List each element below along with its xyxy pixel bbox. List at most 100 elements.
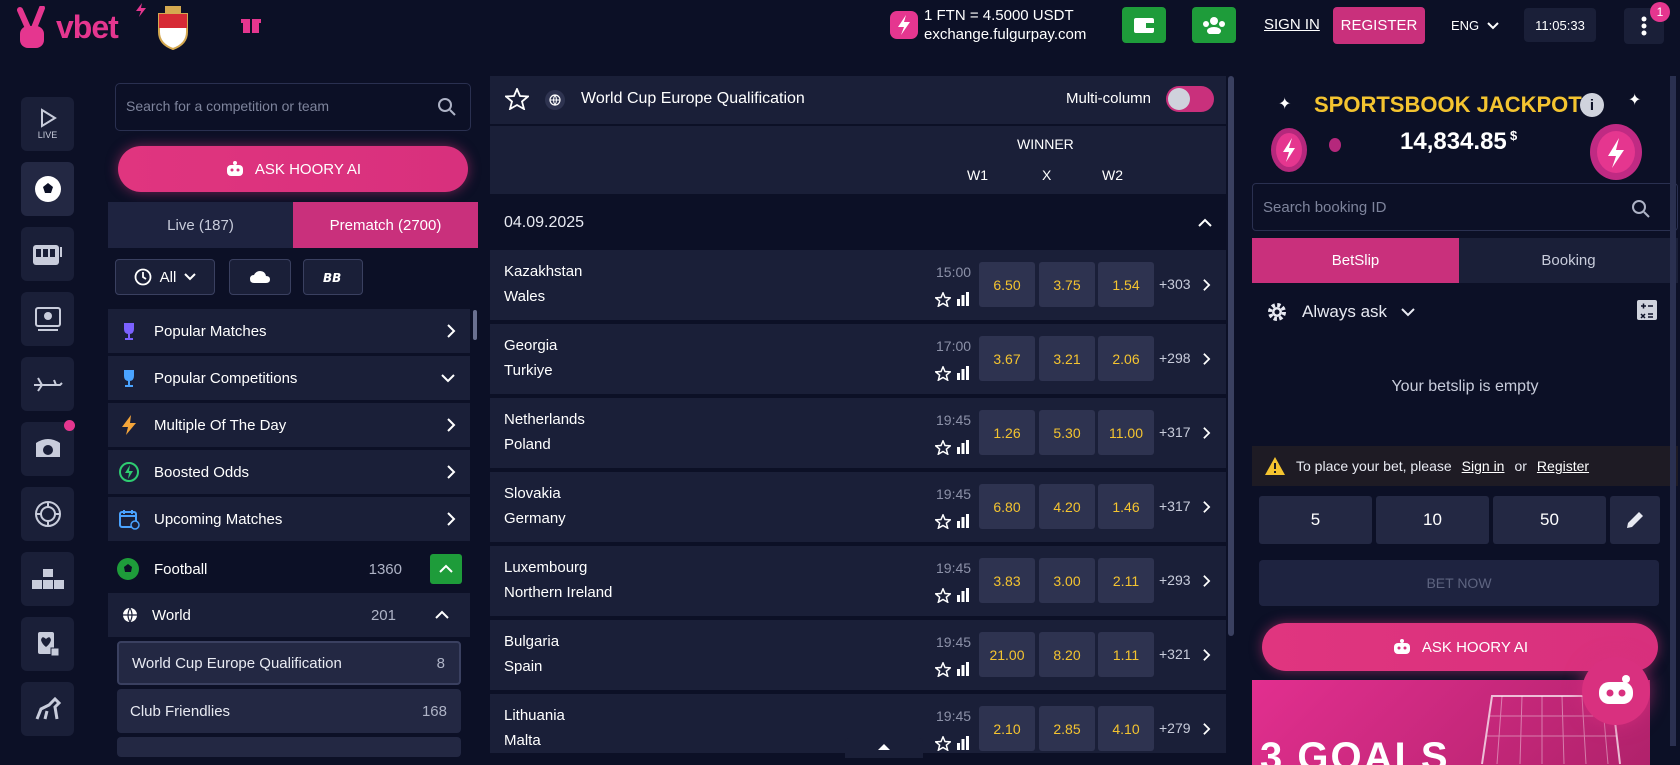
odd-x-button[interactable]: 2.85	[1039, 706, 1095, 751]
odd-w1-button[interactable]: 2.10	[979, 706, 1035, 751]
nav-boosted-odds[interactable]: Boosted Odds	[108, 450, 470, 494]
tab-booking[interactable]: Booking	[1459, 238, 1678, 283]
search-icon[interactable]	[1631, 199, 1651, 219]
favorite-star-icon[interactable]	[935, 736, 951, 751]
competition-world-cup-europe-qualification[interactable]: World Cup Europe Qualification 8	[117, 641, 461, 685]
victory-hand-icon[interactable]	[12, 6, 54, 50]
rail-racing[interactable]	[21, 682, 74, 736]
time-filter-select[interactable]: All	[115, 259, 215, 295]
competition-club-friendlies[interactable]: Club Friendlies 168	[117, 689, 461, 733]
odd-x-button[interactable]: 8.20	[1039, 632, 1095, 677]
odd-w2-button[interactable]: 1.54	[1098, 262, 1154, 307]
vbet-logo[interactable]: vbet	[56, 9, 119, 46]
right-scrollbar[interactable]	[1670, 76, 1676, 746]
sign-in-link[interactable]: SIGN IN	[1264, 16, 1320, 33]
odd-w2-button[interactable]: 4.10	[1098, 706, 1154, 751]
odd-w2-button[interactable]: 1.11	[1098, 632, 1154, 677]
nav-popular-competitions[interactable]: Popular Competitions	[108, 356, 470, 400]
more-markets-link[interactable]: +293	[1159, 572, 1191, 588]
chevron-right-icon[interactable]	[1202, 500, 1211, 514]
chevron-right-icon[interactable]	[1202, 574, 1211, 588]
language-select[interactable]: ENG	[1451, 18, 1499, 33]
stats-icon[interactable]	[956, 440, 970, 454]
sport-football[interactable]: Football 1360	[108, 547, 470, 591]
odd-w2-button[interactable]: 2.06	[1098, 336, 1154, 381]
bet-builder-filter-button[interactable]: BB	[303, 259, 363, 295]
stats-icon[interactable]	[956, 736, 970, 750]
chevron-right-icon[interactable]	[1202, 648, 1211, 662]
favorite-star-icon[interactable]	[935, 514, 951, 529]
odd-w2-button[interactable]: 11.00	[1098, 410, 1154, 455]
odd-x-button[interactable]: 3.00	[1039, 558, 1095, 603]
warning-register-link[interactable]: Register	[1537, 458, 1589, 474]
search-icon[interactable]	[437, 97, 457, 117]
wallet-button[interactable]	[1122, 7, 1166, 43]
region-world[interactable]: World 201	[108, 593, 470, 637]
rail-live[interactable]: LIVE	[21, 97, 74, 151]
stats-icon[interactable]	[956, 366, 970, 380]
stats-icon[interactable]	[956, 292, 970, 306]
star-icon[interactable]	[505, 88, 529, 110]
nav-upcoming-matches[interactable]: Upcoming Matches	[108, 497, 470, 541]
info-icon[interactable]: i	[1580, 93, 1604, 117]
stake-50-button[interactable]: 50	[1493, 496, 1606, 544]
odd-w2-button[interactable]: 2.11	[1098, 558, 1154, 603]
fulgurpay-icon[interactable]	[890, 11, 918, 39]
chevron-up-icon[interactable]	[1197, 218, 1213, 228]
exchange-rate[interactable]: 1 FTN = 4.5000 USDT exchange.fulgurpay.c…	[924, 6, 1086, 44]
more-markets-link[interactable]: +279	[1159, 720, 1191, 736]
more-markets-link[interactable]: +303	[1159, 276, 1191, 292]
favorite-star-icon[interactable]	[935, 366, 951, 381]
chevron-right-icon[interactable]	[1202, 426, 1211, 440]
odd-x-button[interactable]: 3.75	[1039, 262, 1095, 307]
odd-w2-button[interactable]: 1.46	[1098, 484, 1154, 529]
more-markets-link[interactable]: +317	[1159, 424, 1191, 440]
collapse-tab[interactable]	[845, 738, 923, 758]
rail-poker[interactable]	[21, 487, 74, 541]
rail-sports[interactable]	[21, 162, 74, 216]
rail-casino[interactable]	[21, 227, 74, 281]
tab-live[interactable]: Live (187)	[108, 202, 293, 248]
odd-x-button[interactable]: 3.21	[1039, 336, 1095, 381]
rail-aviator[interactable]	[21, 357, 74, 411]
tab-prematch[interactable]: Prematch (2700)	[293, 202, 478, 248]
collapse-sport-button[interactable]	[430, 554, 462, 584]
stake-10-button[interactable]: 10	[1376, 496, 1489, 544]
weather-filter-button[interactable]	[229, 259, 291, 295]
odd-w1-button[interactable]: 6.80	[979, 484, 1035, 529]
rail-live-casino[interactable]	[21, 292, 74, 346]
stats-icon[interactable]	[956, 662, 970, 676]
tab-betslip[interactable]: BetSlip	[1252, 238, 1459, 283]
left-scrollbar[interactable]	[473, 310, 477, 340]
bet-now-button[interactable]: BET NOW	[1259, 560, 1659, 606]
odd-w1-button[interactable]: 1.26	[979, 410, 1035, 455]
odd-w1-button[interactable]: 3.83	[979, 558, 1035, 603]
friends-button[interactable]	[1192, 7, 1236, 43]
favorite-star-icon[interactable]	[935, 440, 951, 455]
chevron-right-icon[interactable]	[1202, 722, 1211, 736]
odd-w1-button[interactable]: 6.50	[979, 262, 1035, 307]
stake-5-button[interactable]: 5	[1259, 496, 1372, 544]
odd-x-button[interactable]: 5.30	[1039, 410, 1095, 455]
date-group-header[interactable]	[490, 200, 1226, 248]
edit-stakes-button[interactable]	[1610, 496, 1660, 544]
more-markets-link[interactable]: +321	[1159, 646, 1191, 662]
odd-w1-button[interactable]: 3.67	[979, 336, 1035, 381]
stats-icon[interactable]	[956, 588, 970, 602]
warning-sign-in-link[interactable]: Sign in	[1462, 458, 1505, 474]
stats-icon[interactable]	[956, 514, 970, 528]
competition-row-partial[interactable]	[117, 737, 461, 757]
chat-bot-button[interactable]	[1582, 657, 1650, 725]
odds-change-setting[interactable]: Always ask	[1252, 290, 1678, 334]
rail-games[interactable]	[21, 552, 74, 606]
favorite-star-icon[interactable]	[935, 588, 951, 603]
register-button[interactable]: REGISTER	[1333, 7, 1425, 44]
chevron-right-icon[interactable]	[1202, 278, 1211, 292]
more-markets-link[interactable]: +298	[1159, 350, 1191, 366]
center-scrollbar[interactable]	[1228, 76, 1234, 636]
more-markets-link[interactable]: +317	[1159, 498, 1191, 514]
favorite-star-icon[interactable]	[935, 662, 951, 677]
calculator-icon[interactable]	[1636, 299, 1658, 321]
ask-hoory-ai-button[interactable]: ASK HOORY AI	[118, 146, 468, 192]
odd-x-button[interactable]: 4.20	[1039, 484, 1095, 529]
